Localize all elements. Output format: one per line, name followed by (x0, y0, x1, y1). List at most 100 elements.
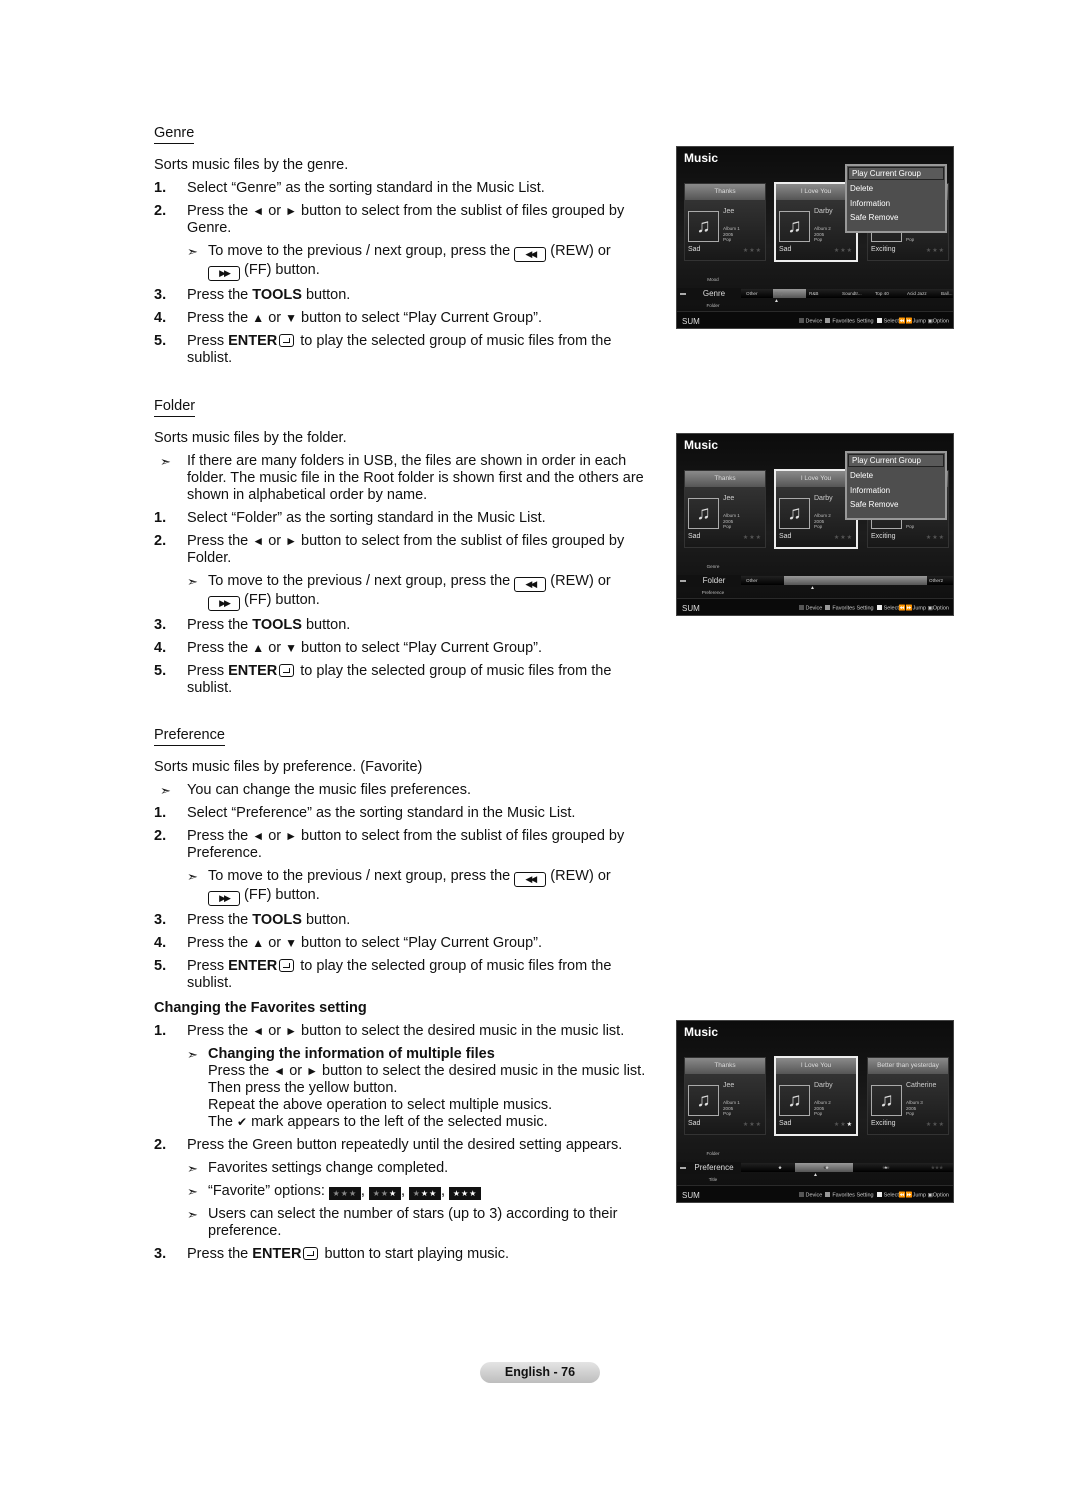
bold-keyword: TOOLS (252, 617, 302, 633)
category-selector[interactable]: Preference (677, 1162, 741, 1174)
menu-item[interactable]: Information (847, 197, 945, 212)
card-genre: Pop (906, 237, 915, 242)
group-item[interactable]: Acid Jazz (905, 289, 939, 298)
music-card[interactable]: I Love You ♫ Darby Album 2 2005 Pop Sad ★★★ (774, 1056, 858, 1136)
card-genre: Pop (723, 237, 732, 242)
favorite-option-stars: ★★★ (449, 1187, 482, 1200)
category-selector[interactable]: Genre (677, 288, 741, 300)
ff-button-icon: ▶▶ (208, 266, 240, 281)
card-album: Album 1 (723, 1100, 740, 1105)
card-title: Thanks (685, 471, 765, 487)
line-text: If there are many folders in USB, the fi… (187, 453, 644, 503)
tools-icon: ▣ (926, 605, 933, 612)
group-item[interactable]: Pop (773, 289, 806, 298)
star-icon: ★ (938, 1122, 945, 1128)
right-arrow-icon: ► (306, 1064, 319, 1078)
group-item[interactable]: Other (744, 289, 773, 298)
card-title: I Love You (776, 1058, 856, 1074)
bold-keyword: ENTER (228, 663, 278, 679)
footer-label[interactable]: Device (806, 606, 823, 612)
line-text: Press the ENTER button to start playing … (187, 1246, 510, 1262)
group-item[interactable]: Soundtr... (840, 289, 873, 298)
footer-label[interactable]: Select (884, 319, 899, 325)
tools-icon: ▣ (926, 1192, 933, 1199)
instruction-line: 5. Press ENTER to play the selected group… (154, 958, 664, 992)
card-mood: Exciting (871, 1120, 896, 1127)
footer-label[interactable]: Jump (913, 1193, 926, 1199)
card-title: Better than yesterday (868, 1058, 948, 1074)
group-item[interactable]: ★★★ (917, 1163, 953, 1172)
group-item[interactable]: ★★★ (795, 1163, 853, 1172)
group-item[interactable]: Other2 (927, 576, 953, 585)
group-bar: ★ ★ ★ ★ ★ ★ ★ ★★ ★★★ (741, 1163, 953, 1172)
music-card[interactable]: Thanks ♫ Jee Album 1 2005 Pop Sad ★★★ (684, 183, 766, 261)
note-arrow-icon: ➣ (187, 574, 198, 589)
menu-item[interactable]: Play Current Group (848, 167, 944, 180)
card-genre: Pop (723, 524, 732, 529)
card-title: Thanks (685, 184, 765, 200)
step-number: 1. (154, 805, 167, 821)
group-item[interactable]: R&B (807, 289, 840, 298)
card-stars: ★★★ (834, 1121, 853, 1128)
footer-label[interactable]: Device (806, 319, 823, 325)
enter-icon (303, 1247, 319, 1260)
section-heading: Genre (154, 125, 195, 144)
section-genre: Genre Sorts music files by the genre. 1. Se… (154, 124, 664, 373)
green-button-icon (825, 318, 831, 323)
footer-label[interactable]: Device (806, 1193, 823, 1199)
group-item[interactable]: ★★★ (757, 1163, 793, 1172)
music-card[interactable]: Thanks ♫ Jee Album 1 2005 Pop Sad ★★★ (684, 470, 766, 548)
line-text: Press the TOOLS button. (187, 912, 351, 928)
group-item[interactable]: Top 40 (873, 289, 905, 298)
line-text: Select “Folder” as the sorting standard … (187, 510, 546, 526)
group-item[interactable]: ★★★ (854, 1163, 916, 1172)
up-triangle-icon: ▲ (810, 585, 815, 591)
footer-label[interactable]: Jump (913, 606, 926, 612)
down-arrow-icon: ▼ (285, 641, 298, 655)
footer-label[interactable]: Favorites Setting (832, 319, 873, 325)
menu-item[interactable]: Safe Remove (847, 211, 945, 226)
card-genre: Pop (906, 1111, 915, 1116)
music-card[interactable]: Thanks ♫ Jee Album 1 2005 Pop Sad ★★★ (684, 1057, 766, 1135)
footer-label[interactable]: Favorites Setting (832, 1193, 873, 1199)
music-note-icon: ♫ (688, 498, 719, 529)
note-arrow-icon: ➣ (187, 244, 198, 259)
instruction-line: ➣ To move to the previous / next group, p… (154, 573, 664, 611)
instruction-line: Sorts music files by the folder. (154, 430, 664, 447)
category-selector[interactable]: Folder (677, 575, 741, 587)
down-arrow-icon: ▼ (285, 936, 298, 950)
line-text: Press ENTER to play the selected group o… (187, 663, 612, 696)
card-artist: Catherine (906, 1082, 937, 1089)
line-text: Press the TOOLS button. (187, 287, 351, 303)
footer-label[interactable]: Jump (913, 319, 926, 325)
step-number: 4. (154, 310, 167, 326)
category-next: Folder (706, 303, 720, 308)
instruction-line: Sorts music files by preference. (Favori… (154, 759, 664, 776)
up-triangle-icon: ▲ (774, 298, 779, 304)
footer-label[interactable]: Option (933, 319, 949, 325)
music-card[interactable]: Better than yesterday ♫ Catherine Album 3 20… (867, 1057, 949, 1135)
instruction-line: ➣ To move to the previous / next group, p… (154, 868, 664, 906)
card-mood: Sad (779, 533, 792, 540)
menu-item[interactable]: Safe Remove (847, 498, 945, 513)
step-number: 2. (154, 828, 167, 844)
star-icon: ★ (846, 1122, 853, 1128)
menu-item[interactable]: Delete (847, 182, 945, 197)
line-text: Press the ◄ or ► button to select the de… (208, 1063, 646, 1130)
step-number: 3. (154, 287, 167, 303)
footer-label[interactable]: Favorites Setting (832, 606, 873, 612)
footer-label[interactable]: Option (933, 1193, 949, 1199)
enter-icon (279, 959, 295, 972)
menu-item[interactable]: Play Current Group (848, 454, 944, 467)
group-item[interactable]: Other (744, 576, 784, 585)
footer-label[interactable]: Select (884, 1193, 899, 1199)
footer-label[interactable]: Select (884, 606, 899, 612)
group-item[interactable]: Ball... (939, 289, 953, 298)
menu-item[interactable]: Information (847, 484, 945, 499)
music-note-icon: ♫ (688, 1085, 719, 1116)
tools-menu: Play Current Group Delete Information Safe … (845, 451, 947, 520)
star-icon: ★ (412, 1189, 421, 1198)
footer-label[interactable]: Option (933, 606, 949, 612)
group-item[interactable]: Music (784, 576, 927, 585)
menu-item[interactable]: Delete (847, 469, 945, 484)
